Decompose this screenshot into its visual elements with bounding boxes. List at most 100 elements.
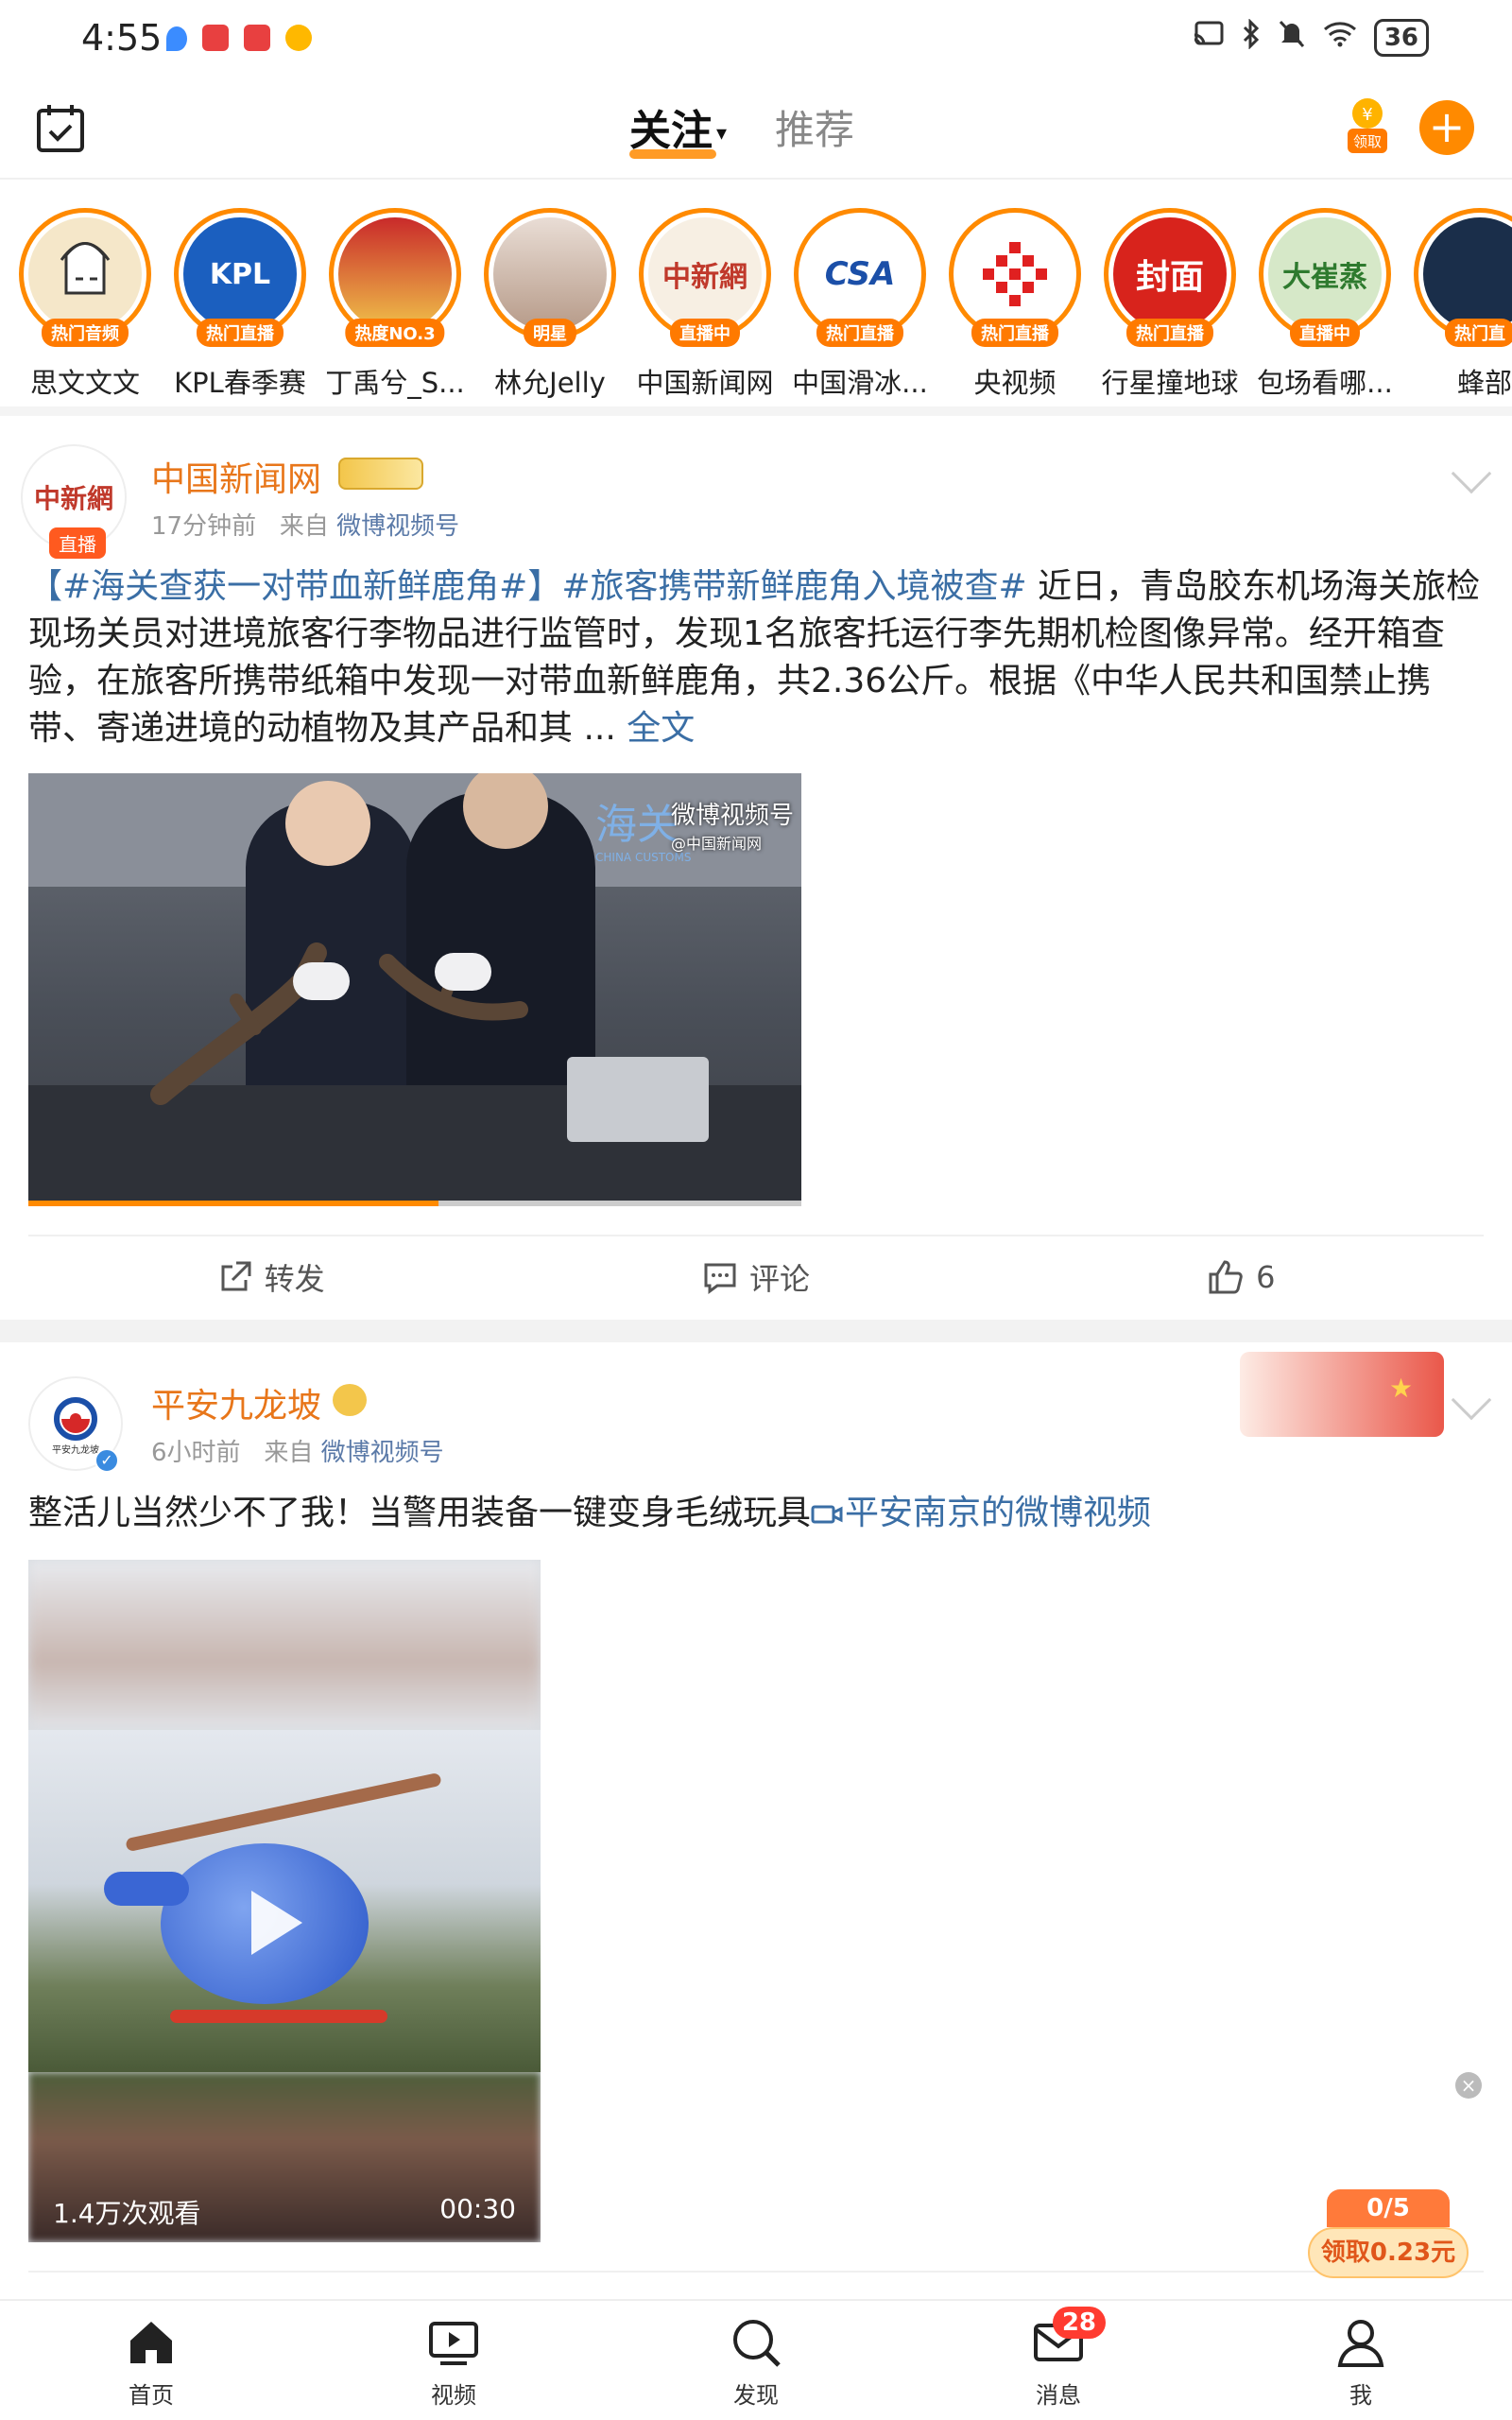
- story-item[interactable]: KPL 热门直播 KPL春季赛: [164, 208, 316, 401]
- post-divider: [0, 1320, 1512, 1342]
- story-item[interactable]: 热门直 蜂部: [1404, 208, 1512, 401]
- nav-me[interactable]: 我: [1295, 2314, 1427, 2410]
- story-badge: 热门直播: [1126, 319, 1213, 347]
- post-body: 【#海关查获一对带血新鲜鹿角#】#旅客携带新鲜鹿角入境被查# 近日，青岛胶东机场…: [28, 563, 1484, 752]
- story-item[interactable]: 大崔蒸 直播中 包场看哪...: [1249, 208, 1400, 401]
- blurred-top-frame: [28, 1560, 541, 1730]
- video-link[interactable]: 平安南京的微博视频: [811, 1494, 1151, 1532]
- post-action-bar-partial: [28, 2271, 1484, 2299]
- story-item[interactable]: 中新網 直播中 中国新闻网: [629, 208, 781, 401]
- video-progress-fill: [28, 1201, 438, 1206]
- gold-star-icon: ★: [1389, 1373, 1414, 1404]
- live-stories-row: 热门音频 思文文文 KPL 热门直播 KPL春季赛 热度NO.3 丁禹兮_S..…: [0, 182, 1512, 416]
- nav-video-label: 视频: [431, 2382, 476, 2409]
- post-source-link[interactable]: 微博视频号: [321, 1439, 444, 1467]
- helicopter-skid: [170, 2010, 387, 2023]
- story-avatar: 中新網: [648, 217, 762, 331]
- story-avatar: [28, 217, 142, 331]
- calendar-check-icon[interactable]: [34, 102, 87, 155]
- video-duration: 00:30: [439, 2193, 516, 2224]
- repost-button[interactable]: 转发: [28, 1236, 513, 1318]
- story-avatar-ring: 中新網 直播中: [639, 208, 771, 347]
- video-main-frame: [28, 1730, 541, 2072]
- story-item[interactable]: 热门音频 思文文文: [9, 208, 161, 401]
- story-item[interactable]: 热门直播 央视频: [939, 208, 1091, 401]
- story-name: KPL春季赛: [174, 367, 306, 399]
- tab-follow-label: 关注: [629, 107, 713, 155]
- nav-discover[interactable]: 发现: [690, 2314, 822, 2410]
- post-body-text: 整活儿当然少不了我！当警用装备一键变身毛绒玩具: [28, 1494, 812, 1532]
- story-badge: 热门直播: [816, 319, 903, 347]
- app-notification-icon: [244, 25, 270, 51]
- top-bar: 关注 ▾ 推荐 ¥ 领取 +: [0, 85, 1512, 180]
- post-action-bar: 转发 评论 6: [28, 1235, 1484, 1318]
- floating-reward-widget[interactable]: 0/5 领取0.23元: [1308, 2189, 1469, 2280]
- story-avatar-ring: 热门直播: [949, 208, 1081, 347]
- author-name[interactable]: 中国新闻网: [151, 452, 321, 501]
- chevron-down-icon[interactable]: [1451, 453, 1492, 494]
- story-avatar: [493, 217, 607, 331]
- home-icon: [130, 2322, 172, 2363]
- story-avatar-ring: 明星: [484, 208, 616, 347]
- wifi-icon: [1323, 21, 1357, 55]
- battery-indicator: 36: [1373, 19, 1429, 57]
- like-button[interactable]: 6: [999, 1236, 1484, 1318]
- story-avatar: KPL: [183, 217, 297, 331]
- nav-messages[interactable]: 消息 28: [992, 2307, 1125, 2410]
- story-avatar: [338, 217, 452, 331]
- tab-follow[interactable]: 关注 ▾: [629, 96, 727, 157]
- story-avatar: [1423, 217, 1512, 331]
- tab-recommend[interactable]: 推荐: [775, 98, 854, 156]
- feed-post: 中新網 直播 中国新闻网 17分钟前 来自 微博视频号 【#海关查获一对带血新鲜…: [0, 425, 1512, 1320]
- status-bar: 4:55 36: [0, 0, 1512, 85]
- helicopter-tail: [104, 1872, 189, 1906]
- shield-status-icon: [166, 26, 187, 51]
- officer-face: [285, 781, 370, 866]
- story-name: 包场看哪...: [1257, 367, 1393, 399]
- story-badge: 热门音频: [42, 319, 129, 347]
- story-name: 行星撞地球: [1101, 367, 1239, 399]
- unread-badge: 28: [1052, 2307, 1106, 2339]
- story-name: 思文文文: [29, 367, 140, 399]
- comment-button[interactable]: 评论: [513, 1236, 998, 1318]
- view-count: 1.4万次观看: [53, 2198, 201, 2229]
- story-avatar: 封面: [1113, 217, 1227, 331]
- story-item[interactable]: 热度NO.3 丁禹兮_S...: [319, 208, 471, 401]
- post-video[interactable]: 1.4万次观看 00:30: [28, 1560, 541, 2242]
- post-source-link[interactable]: 微博视频号: [336, 512, 459, 541]
- vip-crown-icon: [338, 458, 423, 490]
- repost-label: 转发: [264, 1261, 325, 1297]
- story-item[interactable]: 封面 热门直播 行星撞地球: [1094, 208, 1246, 401]
- chevron-down-icon[interactable]: [1451, 1379, 1492, 1421]
- avatar-logo-text: 中新網: [33, 483, 113, 514]
- story-avatar-ring: 大崔蒸 直播中: [1259, 208, 1391, 347]
- video-progress-track[interactable]: [28, 1201, 801, 1206]
- close-icon[interactable]: ×: [1455, 2072, 1482, 2099]
- play-icon[interactable]: [251, 1891, 302, 1955]
- post-source-prefix: 来自: [279, 512, 329, 541]
- author-name[interactable]: 平安九龙坡: [151, 1378, 321, 1427]
- story-badge: 热度NO.3: [345, 319, 445, 347]
- nav-home[interactable]: 首页: [85, 2314, 217, 2410]
- nav-video[interactable]: 视频: [387, 2314, 520, 2410]
- story-avatar: 大崔蒸: [1268, 217, 1382, 331]
- search-icon: [733, 2320, 781, 2367]
- nav-discover-label: 发现: [733, 2382, 779, 2409]
- story-avatar-ring: 热门音频: [19, 208, 151, 347]
- post-time: 17分钟前: [151, 512, 257, 541]
- vip-crown-icon: [333, 1384, 367, 1416]
- story-item[interactable]: 明星 林允Jelly: [474, 208, 626, 401]
- post-meta: 17分钟前 来自 微博视频号: [151, 507, 459, 542]
- add-post-button[interactable]: +: [1419, 100, 1474, 155]
- topic-link[interactable]: 【#海关查获一对带血新鲜鹿角#】: [28, 567, 561, 606]
- bottom-navigation: 首页 视频 发现 消息 28 我: [0, 2299, 1512, 2420]
- post-video[interactable]: 海关 CHINA CUSTOMS 微博视频号 @中国新闻网: [28, 773, 801, 1206]
- coin-reward-icon[interactable]: ¥ 领取: [1344, 96, 1391, 157]
- post-time: 6小时前: [151, 1439, 241, 1467]
- story-item[interactable]: CSA 热门直播 中国滑冰...: [784, 208, 936, 401]
- story-avatar-ring: 封面 热门直播: [1104, 208, 1236, 347]
- topic-link[interactable]: #旅客携带新鲜鹿角入境被查#: [561, 567, 1026, 606]
- full-text-link[interactable]: 全文: [627, 709, 695, 748]
- story-avatar-ring: KPL 热门直播: [174, 208, 306, 347]
- share-icon: [221, 1261, 251, 1291]
